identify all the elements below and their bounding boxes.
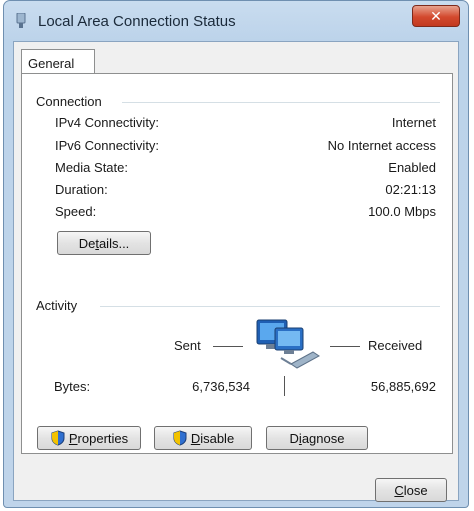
uac-shield-icon	[173, 430, 187, 446]
dialog-client: General Connection IPv4 Connectivity: In…	[13, 41, 459, 502]
duration-label: Duration:	[55, 182, 108, 197]
disable-accel: D	[190, 430, 201, 446]
diagnose-pre: D	[289, 430, 299, 446]
received-label: Received	[368, 338, 423, 353]
close-button[interactable]: Close	[375, 478, 447, 502]
activity-heading: Activity	[36, 298, 84, 313]
network-computers-icon	[256, 319, 320, 369]
tab-general-label: General	[28, 56, 75, 71]
ipv6-label: IPv6 Connectivity:	[55, 138, 160, 153]
ipv4-value: Internet	[391, 115, 436, 130]
details-button[interactable]: De t ails...	[57, 231, 151, 255]
network-adapter-icon	[16, 13, 26, 28]
bytes-separator	[284, 376, 285, 396]
window-title: Local Area Connection Status	[38, 13, 236, 30]
window-close-button[interactable]: ✕	[412, 5, 460, 27]
disable-button[interactable]: Disable	[154, 426, 252, 450]
close-accel: C	[394, 482, 404, 498]
speed-value: 100.0 Mbps	[368, 204, 436, 219]
sent-dash	[213, 346, 243, 347]
details-button-post: ails...	[98, 235, 130, 251]
duration-value: 02:21:13	[385, 182, 436, 197]
tab-general[interactable]: General	[21, 49, 95, 74]
details-button-pre: De	[78, 235, 96, 251]
close-icon: ✕	[430, 8, 442, 24]
uac-shield-icon	[51, 430, 65, 446]
status-window: Local Area Connection Status ✕ General C…	[3, 0, 469, 508]
general-panel: Connection IPv4 Connectivity: Internet I…	[21, 73, 453, 454]
diagnose-post: agnose	[301, 430, 345, 446]
received-dash	[330, 346, 360, 347]
ipv6-value: No Internet access	[327, 138, 436, 153]
bytes-sent-value: 6,736,534	[192, 379, 250, 394]
close-rest: lose	[403, 482, 428, 498]
sent-label: Sent	[174, 338, 201, 353]
bytes-label: Bytes:	[54, 379, 91, 394]
properties-button[interactable]: Properties	[37, 426, 141, 450]
connection-divider	[122, 102, 440, 103]
properties-accel: P	[68, 430, 78, 446]
bytes-received-value: 56,885,692	[370, 379, 436, 394]
media-state-value: Enabled	[388, 160, 436, 175]
media-state-label: Media State:	[55, 160, 128, 175]
ipv4-label: IPv4 Connectivity:	[55, 115, 160, 130]
speed-label: Speed:	[55, 204, 97, 219]
disable-rest: isable	[200, 430, 235, 446]
connection-heading: Connection	[36, 94, 108, 109]
activity-divider	[100, 306, 440, 307]
title-bar[interactable]: Local Area Connection Status ✕	[4, 1, 468, 41]
diagnose-button[interactable]: Di agnose	[266, 426, 368, 450]
properties-rest: roperties	[77, 430, 129, 446]
